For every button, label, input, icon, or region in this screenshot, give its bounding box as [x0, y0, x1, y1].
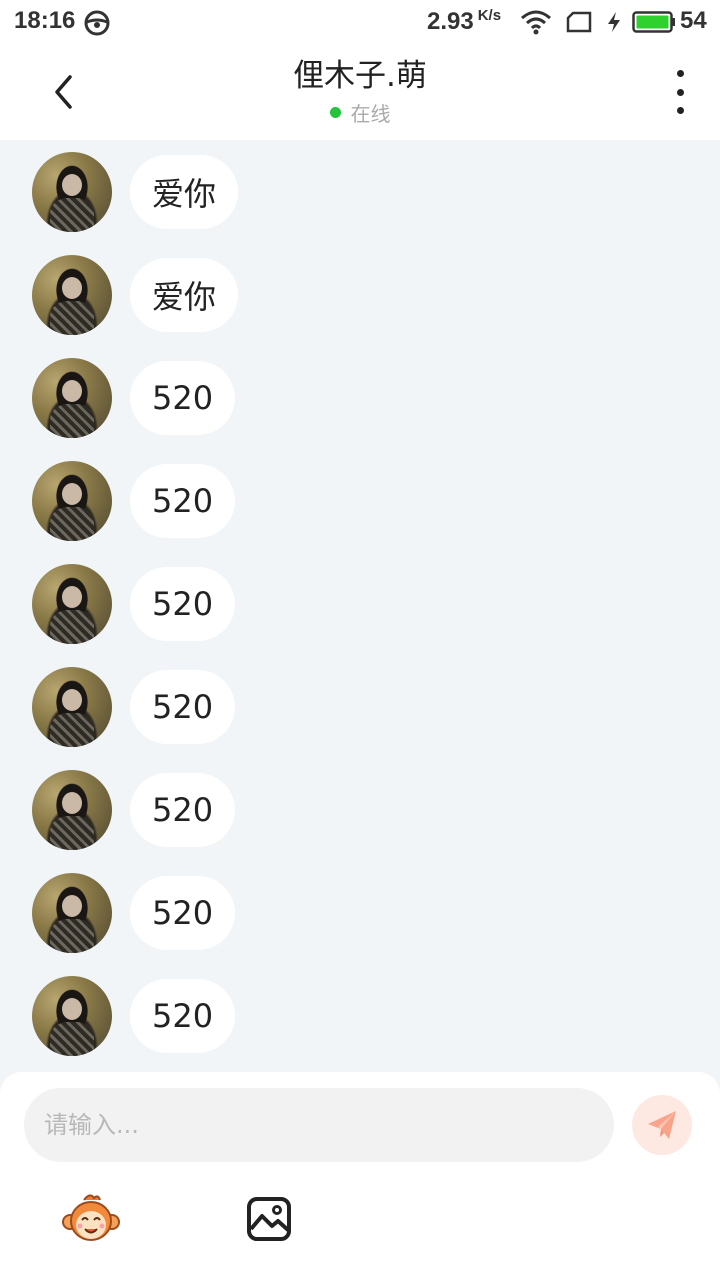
avatar[interactable] [32, 873, 112, 953]
message-list[interactable]: 爱你 爱你 520 520 520 520 520 520 520 [0, 140, 720, 1072]
chat-header: 俚木子.萌 在线 [0, 44, 720, 140]
send-icon [648, 1111, 676, 1139]
avatar[interactable] [32, 358, 112, 438]
sim-card-icon [566, 11, 592, 33]
image-icon[interactable] [246, 1196, 294, 1242]
avatar[interactable] [32, 255, 112, 335]
page-title: 俚木子.萌 [293, 58, 427, 94]
avatar[interactable] [32, 461, 112, 541]
message-input[interactable] [24, 1088, 614, 1162]
message-bubble[interactable]: 520 [130, 670, 236, 744]
steering-wheel-icon [84, 10, 110, 36]
message-bubble[interactable]: 520 [130, 876, 236, 950]
wifi-icon [521, 10, 551, 35]
message-bubble[interactable]: 520 [130, 979, 236, 1053]
battery-level: 54 [680, 7, 707, 34]
message-row: 520 [0, 966, 720, 1056]
message-row: 520 [0, 554, 720, 644]
avatar[interactable] [32, 770, 112, 850]
message-bubble[interactable]: 520 [130, 567, 236, 641]
status-time: 18:16 [14, 7, 76, 34]
message-row: 520 [0, 348, 720, 438]
message-row: 520 [0, 451, 720, 541]
status-bar: 18:16 2.93 K/s 54 [0, 0, 720, 44]
network-speed-unit: K/s [477, 7, 502, 24]
charging-icon [608, 12, 620, 32]
message-row: 520 [0, 657, 720, 747]
send-button[interactable] [632, 1095, 692, 1155]
battery-icon [632, 11, 675, 33]
avatar[interactable] [32, 976, 112, 1056]
avatar[interactable] [32, 667, 112, 747]
message-bubble[interactable]: 520 [130, 464, 236, 538]
avatar[interactable] [32, 564, 112, 644]
message-row: 520 [0, 760, 720, 850]
back-arrow-icon [55, 75, 72, 109]
more-vertical-icon [676, 70, 684, 77]
message-row: 爱你 [0, 142, 720, 232]
message-bubble[interactable]: 520 [130, 361, 236, 435]
chat-title-block: 俚木子.萌 在线 [160, 54, 560, 127]
message-row: 520 [0, 863, 720, 953]
message-bubble[interactable]: 爱你 [130, 155, 239, 229]
composer-panel [0, 1072, 720, 1280]
emoji-icon[interactable] [62, 1192, 120, 1244]
presence-text: 在线 [350, 102, 391, 126]
presence-status: 在线 [160, 98, 560, 127]
online-dot-icon [329, 107, 341, 118]
avatar[interactable] [32, 152, 112, 232]
message-bubble[interactable]: 520 [130, 773, 236, 847]
network-speed: 2.93 K/s [427, 7, 502, 35]
message-row: 爱你 [0, 245, 720, 335]
more-options-button[interactable] [666, 70, 694, 114]
message-bubble[interactable]: 爱你 [130, 258, 239, 332]
back-button[interactable] [36, 64, 92, 120]
